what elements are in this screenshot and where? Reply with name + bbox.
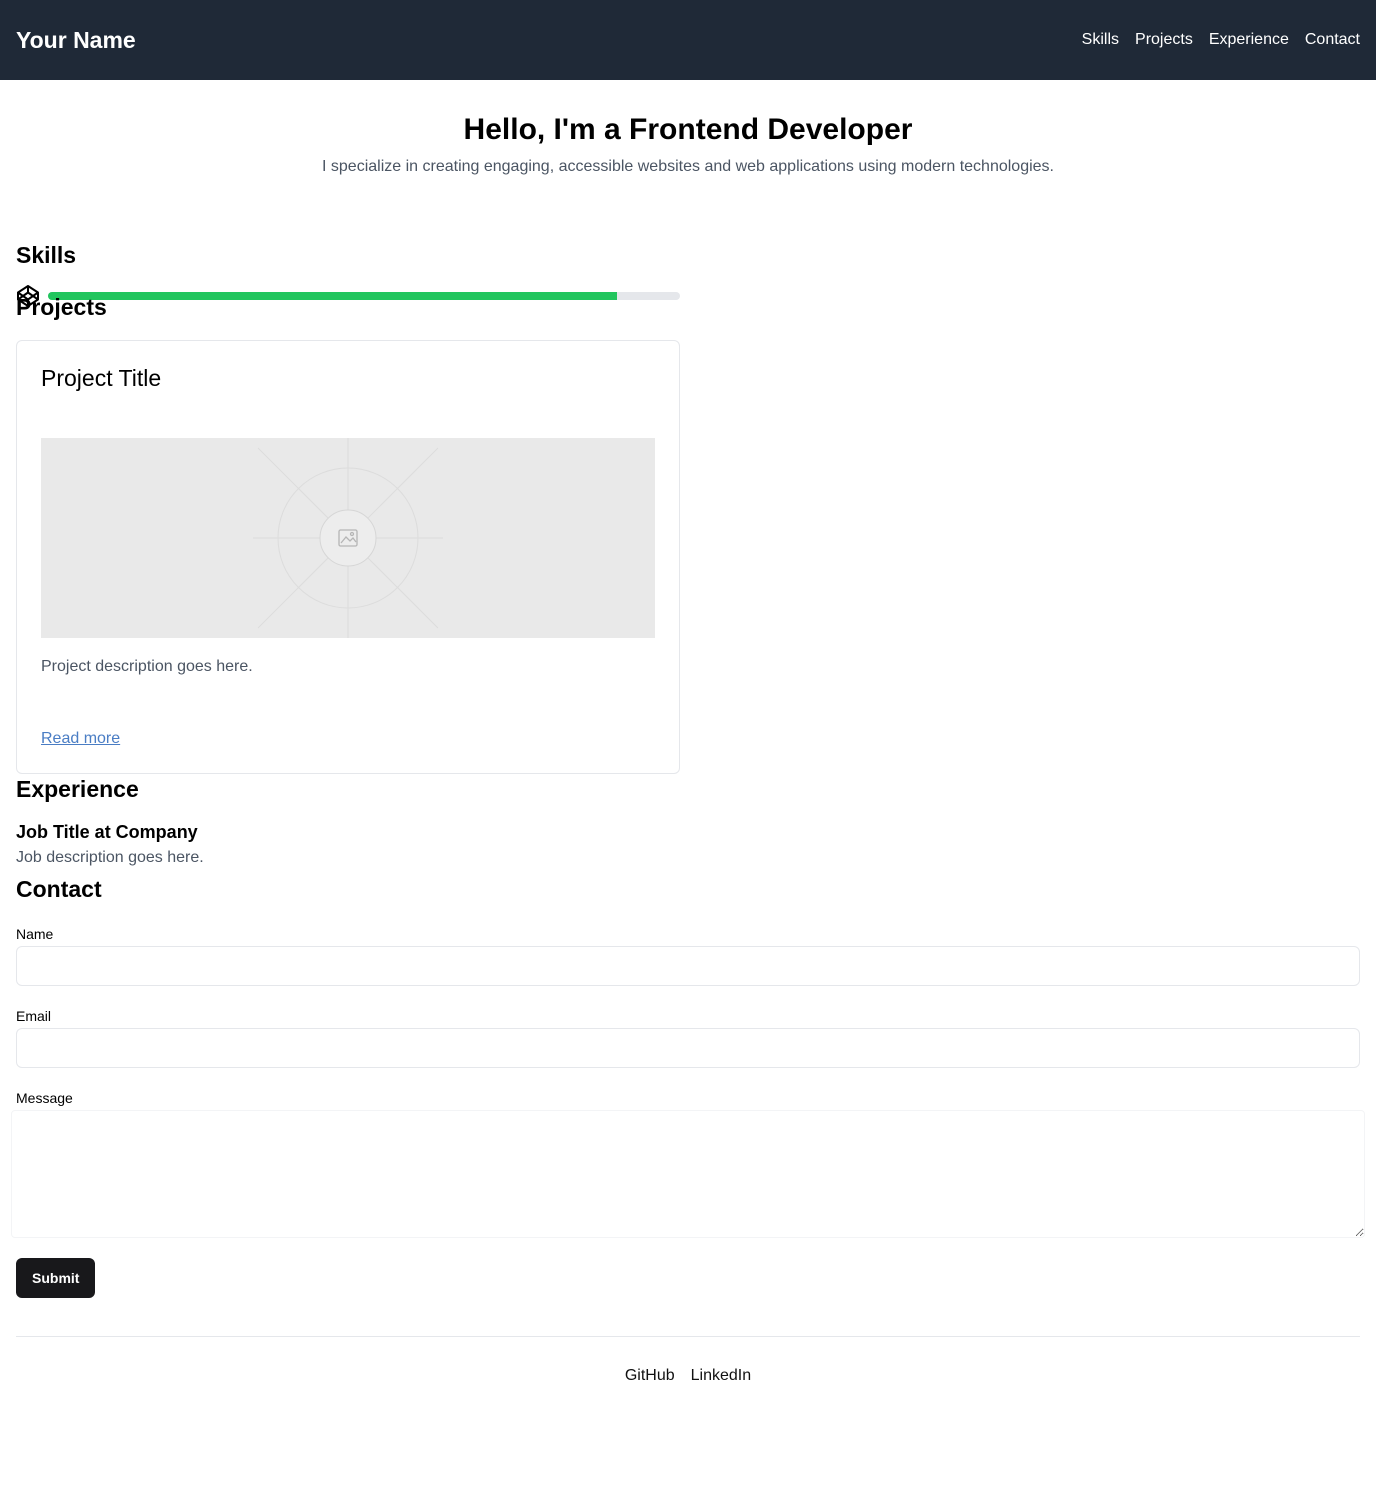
nav-link-projects[interactable]: Projects (1135, 31, 1193, 49)
main-nav: Skills Projects Experience Contact (1082, 31, 1360, 49)
nav-link-skills[interactable]: Skills (1082, 31, 1119, 49)
job-description: Job description goes here. (16, 849, 204, 866)
top-navbar: Your Name Skills Projects Experience Con… (0, 0, 1376, 80)
contact-heading: Contact (16, 876, 102, 902)
project-image (41, 438, 655, 638)
read-more-link[interactable]: Read more (41, 730, 120, 748)
message-field[interactable] (11, 1110, 1365, 1238)
experience-section: Experience Job Title at Company Job desc… (16, 774, 1360, 867)
nav-link-contact[interactable]: Contact (1305, 31, 1360, 49)
footer: GitHub LinkedIn (16, 1336, 1360, 1385)
skills-section: Skills (16, 212, 680, 307)
name-label: Name (16, 926, 54, 942)
hero-subtitle: I specialize in creating engaging, acces… (322, 158, 1054, 175)
submit-button[interactable]: Submit (16, 1258, 96, 1298)
email-label: Email (16, 1008, 52, 1024)
project-description: Project description goes here. (41, 658, 253, 675)
github-link[interactable]: GitHub (625, 1367, 675, 1385)
name-field[interactable] (16, 946, 1360, 986)
project-title: Project Title (41, 365, 162, 391)
projects-heading: Projects (16, 294, 107, 320)
projects-section: Projects Project Title Project descripti… (16, 292, 680, 774)
message-label: Message (16, 1090, 73, 1106)
nav-link-experience[interactable]: Experience (1209, 31, 1289, 49)
experience-heading: Experience (16, 776, 139, 802)
email-field[interactable] (16, 1028, 1360, 1068)
job-title: Job Title at Company (16, 822, 198, 842)
contact-section: Contact Name Email Message Submit (11, 874, 1365, 1298)
image-placeholder-icon (253, 438, 443, 638)
skills-heading: Skills (16, 242, 77, 268)
brand-name[interactable]: Your Name (16, 27, 136, 54)
linkedin-link[interactable]: LinkedIn (691, 1367, 752, 1385)
hero-title: Hello, I'm a Frontend Developer (463, 113, 913, 146)
project-card: Project Title Project description goes h… (16, 340, 680, 774)
